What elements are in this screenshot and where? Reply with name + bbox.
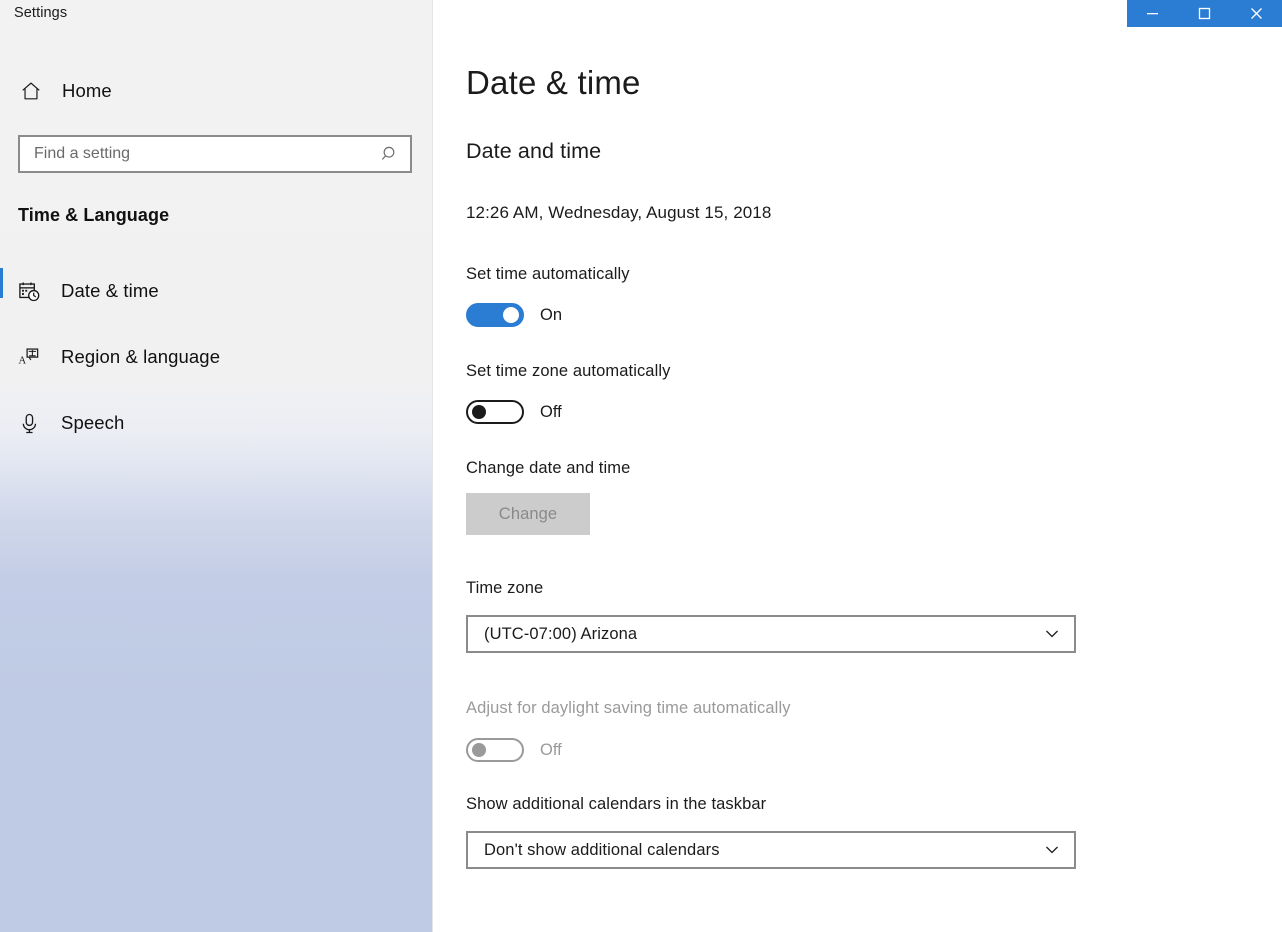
main-content: Date & time Date and time 12:26 AM, Wedn… xyxy=(433,0,1282,932)
sidebar: Home Time & Language xyxy=(0,0,433,932)
window-controls xyxy=(1127,0,1282,27)
maximize-button[interactable] xyxy=(1179,0,1231,27)
change-button[interactable]: Change xyxy=(466,493,590,535)
toggle-knob xyxy=(472,405,486,419)
time-zone-label: Time zone xyxy=(466,579,543,598)
minimize-button[interactable] xyxy=(1127,0,1179,27)
maximize-icon xyxy=(1198,7,1211,20)
set-time-automatically-row: On xyxy=(466,302,562,328)
settings-window: Settings xyxy=(0,0,1282,932)
sidebar-nav: Date & time A Region & language xyxy=(0,258,433,456)
set-timezone-automatically-row: Off xyxy=(466,399,562,425)
set-time-automatically-toggle[interactable] xyxy=(466,303,524,327)
search-input[interactable] xyxy=(20,137,370,171)
calendar-clock-icon xyxy=(18,280,50,303)
language-icon: A xyxy=(18,346,50,369)
additional-calendars-value: Don't show additional calendars xyxy=(468,841,1030,860)
daylight-saving-label: Adjust for daylight saving time automati… xyxy=(466,699,791,718)
sidebar-item-label: Speech xyxy=(61,412,124,434)
page-title: Date & time xyxy=(466,64,641,102)
current-datetime: 12:26 AM, Wednesday, August 15, 2018 xyxy=(466,203,771,223)
sidebar-home-label: Home xyxy=(62,80,112,102)
close-icon xyxy=(1250,7,1263,20)
set-time-automatically-label: Set time automatically xyxy=(466,265,630,284)
set-time-automatically-state: On xyxy=(540,306,562,325)
sidebar-item-label: Date & time xyxy=(61,280,159,302)
sidebar-item-label: Region & language xyxy=(61,346,220,368)
additional-calendars-dropdown[interactable]: Don't show additional calendars xyxy=(466,831,1076,869)
home-icon xyxy=(20,80,50,102)
sidebar-item-home[interactable]: Home xyxy=(0,70,433,112)
set-timezone-automatically-state: Off xyxy=(540,403,562,422)
chevron-down-icon xyxy=(1030,842,1074,858)
search-icon[interactable] xyxy=(370,137,410,171)
change-datetime-label: Change date and time xyxy=(466,459,630,478)
minimize-icon xyxy=(1146,7,1159,20)
set-timezone-automatically-toggle[interactable] xyxy=(466,400,524,424)
daylight-saving-toggle xyxy=(466,738,524,762)
section-heading: Date and time xyxy=(466,139,601,164)
close-button[interactable] xyxy=(1230,0,1282,27)
sidebar-item-region-language[interactable]: A Region & language xyxy=(0,324,433,390)
microphone-icon xyxy=(18,412,50,435)
sidebar-item-date-time[interactable]: Date & time xyxy=(0,258,433,324)
chevron-down-icon xyxy=(1030,626,1074,642)
set-timezone-automatically-label: Set time zone automatically xyxy=(466,362,670,381)
sidebar-item-speech[interactable]: Speech xyxy=(0,390,433,456)
daylight-saving-state: Off xyxy=(540,741,562,760)
time-zone-dropdown[interactable]: (UTC-07:00) Arizona xyxy=(466,615,1076,653)
toggle-knob xyxy=(472,743,486,757)
daylight-saving-row: Off xyxy=(466,737,562,763)
sidebar-section-title: Time & Language xyxy=(18,205,169,226)
time-zone-value: (UTC-07:00) Arizona xyxy=(468,625,1030,644)
additional-calendars-label: Show additional calendars in the taskbar xyxy=(466,795,766,814)
toggle-knob xyxy=(503,307,519,323)
svg-text:A: A xyxy=(18,355,26,366)
active-indicator xyxy=(0,268,3,298)
search-box[interactable] xyxy=(18,135,412,173)
